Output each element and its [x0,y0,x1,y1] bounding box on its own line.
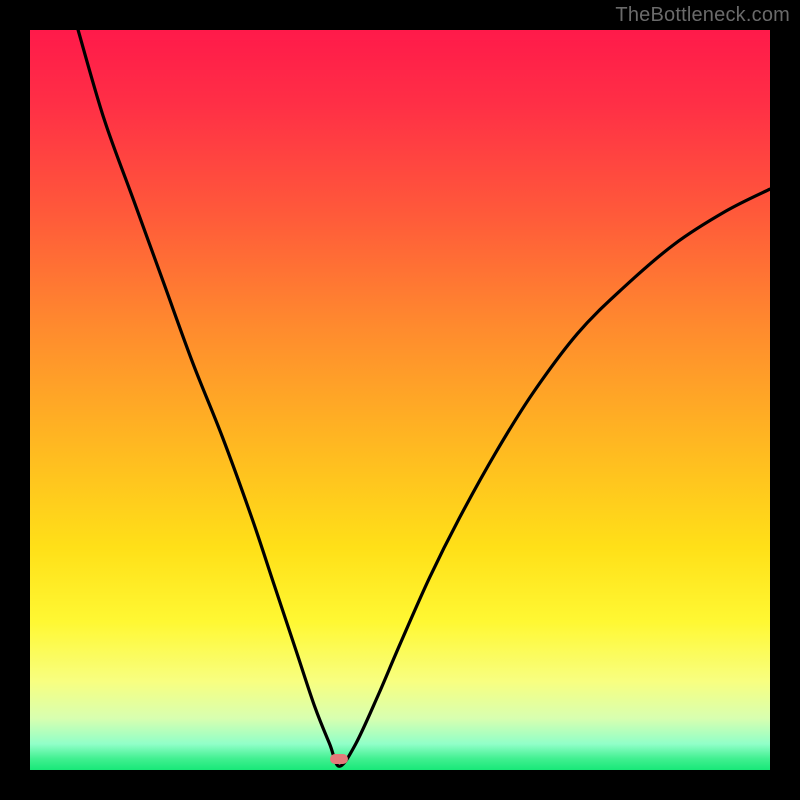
curve-line [30,30,770,770]
watermark-text: TheBottleneck.com [615,4,790,27]
plot-area [30,30,770,770]
minimum-marker [330,754,348,764]
chart-frame: TheBottleneck.com [0,0,800,800]
